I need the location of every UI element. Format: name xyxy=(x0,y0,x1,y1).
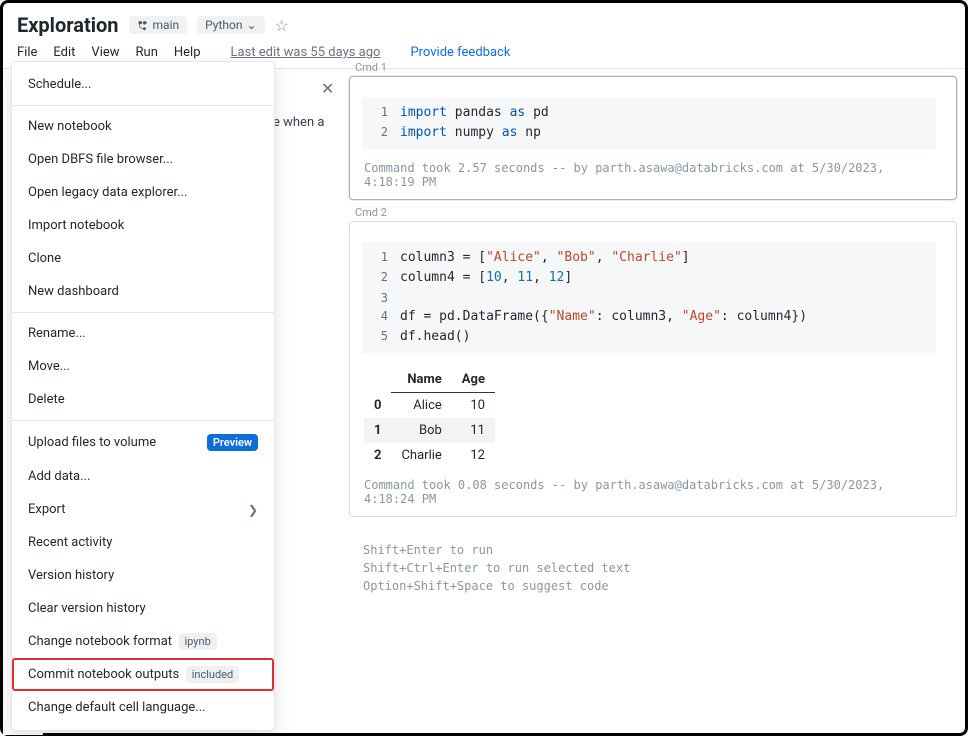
menu-new-notebook[interactable]: New notebook xyxy=(12,110,274,143)
language-label: Python xyxy=(205,18,242,32)
menu-new-dashboard[interactable]: New dashboard xyxy=(12,275,274,308)
format-badge: ipynb xyxy=(179,633,217,650)
notebook-title: Exploration xyxy=(17,13,119,37)
chevron-right-icon: ❯ xyxy=(248,503,258,517)
branch-chip[interactable]: main xyxy=(129,16,188,34)
cell-2-label: Cmd 2 xyxy=(349,206,957,221)
menu-help[interactable]: Help xyxy=(174,45,201,60)
menu-delete[interactable]: Delete xyxy=(12,383,274,416)
menu-move[interactable]: Move... xyxy=(12,350,274,383)
dataframe-output: Name Age 0Alice10 1Bob11 2Charlie12 xyxy=(364,367,495,468)
file-menu-dropdown: Schedule... New notebook Open DBFS file … xyxy=(11,61,275,731)
menu-upload-files[interactable]: Upload files to volume Preview xyxy=(12,425,274,460)
cell-1-code[interactable]: 1import pandas as pd 2import numpy as np xyxy=(362,97,936,149)
cell-1-status: Command took 2.57 seconds -- by parth.as… xyxy=(350,159,948,189)
menu-add-data[interactable]: Add data... xyxy=(12,460,274,493)
menu-import-notebook[interactable]: Import notebook xyxy=(12,209,274,242)
language-chip[interactable]: Python ⌄ xyxy=(197,16,264,34)
cell-2[interactable]: 1column3 = ["Alice", "Bob", "Charlie"] 2… xyxy=(349,221,957,517)
menu-run[interactable]: Run xyxy=(136,45,158,60)
cell-1[interactable]: 1import pandas as pd 2import numpy as np… xyxy=(349,76,957,200)
preview-badge: Preview xyxy=(207,434,258,451)
branch-icon xyxy=(137,19,149,31)
menu-schedule[interactable]: Schedule... xyxy=(12,68,274,101)
cell-2-code[interactable]: 1column3 = ["Alice", "Bob", "Charlie"] 2… xyxy=(362,242,936,353)
menu-commit-outputs[interactable]: Commit notebook outputs included xyxy=(12,658,274,691)
menu-version-history[interactable]: Version history xyxy=(12,559,274,592)
menu-rename[interactable]: Rename... xyxy=(12,317,274,350)
cell-2-status: Command took 0.08 seconds -- by parth.as… xyxy=(350,476,948,506)
menu-open-dbfs[interactable]: Open DBFS file browser... xyxy=(12,143,274,176)
chevron-down-icon: ⌄ xyxy=(246,18,256,32)
menu-recent-activity[interactable]: Recent activity xyxy=(12,526,274,559)
menu-open-legacy[interactable]: Open legacy data explorer... xyxy=(12,176,274,209)
feedback-link[interactable]: Provide feedback xyxy=(410,45,510,60)
menu-file[interactable]: File xyxy=(17,45,37,60)
close-icon[interactable]: ✕ xyxy=(321,79,334,98)
menu-change-lang[interactable]: Change default cell language... xyxy=(12,691,274,724)
menu-clear-version[interactable]: Clear version history xyxy=(12,592,274,625)
cell-1-label: Cmd 1 xyxy=(349,61,957,76)
menu-export[interactable]: Export ❯ xyxy=(12,493,274,526)
commit-badge: included xyxy=(186,666,240,683)
keyboard-hints: Shift+Enter to run Shift+Ctrl+Enter to r… xyxy=(349,523,957,595)
menu-clone[interactable]: Clone xyxy=(12,242,274,275)
branch-label: main xyxy=(153,18,180,32)
menu-edit[interactable]: Edit xyxy=(53,45,75,60)
star-icon[interactable]: ☆ xyxy=(275,16,289,35)
last-edit-link[interactable]: Last edit was 55 days ago xyxy=(231,45,381,60)
partial-background-text: e when a xyxy=(273,113,324,133)
menu-change-format[interactable]: Change notebook format ipynb xyxy=(12,625,274,658)
menu-view[interactable]: View xyxy=(91,45,119,60)
